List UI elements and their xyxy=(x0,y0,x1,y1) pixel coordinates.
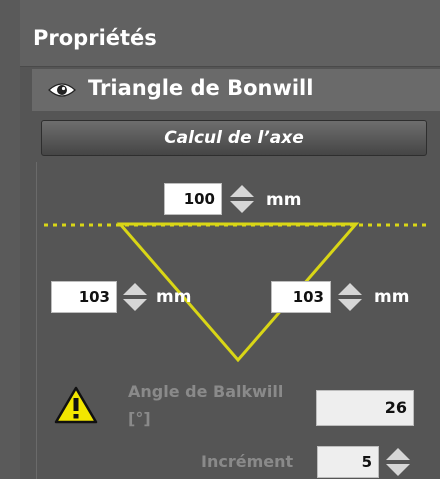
right-distance-unit: mm xyxy=(374,287,410,307)
left-distance-unit: mm xyxy=(156,287,192,307)
balkwill-angle-input[interactable]: 26 xyxy=(316,390,414,426)
top-distance-input[interactable]: 100 xyxy=(164,183,222,215)
increment-label: Incrément xyxy=(201,452,294,471)
top-distance-unit: mm xyxy=(266,190,302,210)
balkwill-angle-unit: [°] xyxy=(128,409,151,428)
increment-input[interactable]: 5 xyxy=(317,446,379,478)
balkwill-angle-label: Angle de Balkwill xyxy=(128,382,284,401)
left-distance-spinner[interactable] xyxy=(121,281,149,313)
increment-spinner[interactable] xyxy=(384,446,412,478)
warning-icon xyxy=(54,386,98,424)
right-distance-input[interactable]: 103 xyxy=(271,281,331,313)
right-distance-spinner[interactable] xyxy=(336,281,364,313)
top-distance-spinner[interactable] xyxy=(228,183,256,215)
left-distance-input[interactable]: 103 xyxy=(51,281,117,313)
